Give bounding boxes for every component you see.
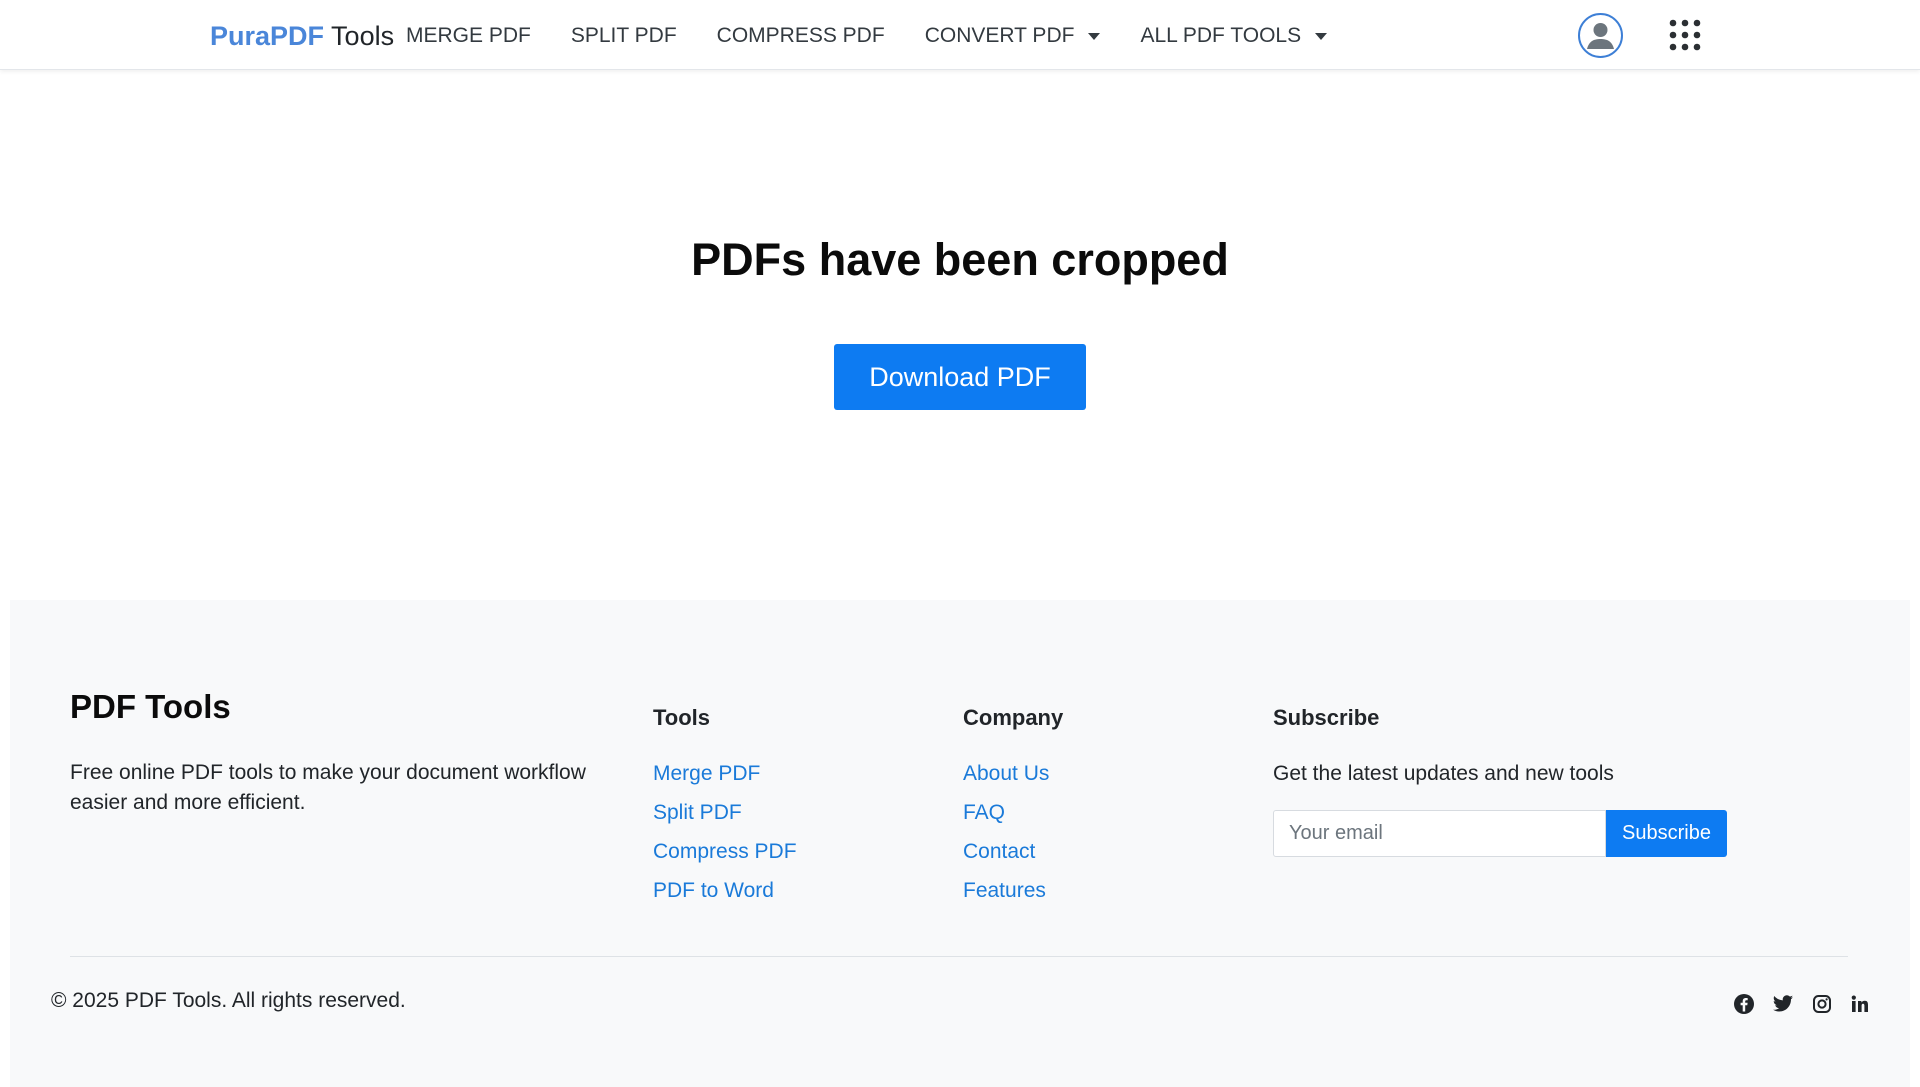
footer: PDF Tools Free online PDF tools to make … <box>10 600 1910 1087</box>
nav-item-label: ALL PDF TOOLS <box>1140 24 1302 47</box>
instagram-icon[interactable] <box>1811 993 1833 1015</box>
user-avatar-icon[interactable] <box>1578 13 1623 58</box>
brand-name-primary: PuraPDF <box>210 21 325 51</box>
caret-down-icon <box>1315 32 1328 40</box>
copyright-text: © 2025 PDF Tools. All rights reserved. <box>51 989 406 1012</box>
twitter-icon[interactable] <box>1772 993 1794 1015</box>
footer-subscribe-heading: Subscribe <box>1273 705 1380 730</box>
footer-divider <box>70 956 1848 957</box>
footer-link-merge-pdf[interactable]: Merge PDF <box>653 760 797 799</box>
download-pdf-button[interactable]: Download PDF <box>834 344 1086 410</box>
footer-link-split-pdf[interactable]: Split PDF <box>653 799 797 838</box>
brand-name-secondary: Tools <box>331 21 395 51</box>
nav-all-pdf-tools-dropdown[interactable]: ALL PDF TOOLS <box>1140 22 1328 50</box>
nav-item-label: COMPRESS PDF <box>716 24 885 47</box>
facebook-icon[interactable] <box>1733 993 1755 1015</box>
footer-link-features[interactable]: Features <box>963 877 1049 916</box>
email-field[interactable] <box>1273 810 1606 857</box>
footer-description: Free online PDF tools to make your docum… <box>70 761 586 814</box>
nav-item-label: CONVERT PDF <box>924 24 1075 47</box>
main-nav: MERGE PDF SPLIT PDF COMPRESS PDF CONVERT… <box>406 22 1367 50</box>
footer-company-heading: Company <box>963 705 1064 730</box>
footer-link-faq[interactable]: FAQ <box>963 799 1049 838</box>
caret-down-icon <box>1088 32 1101 40</box>
linkedin-icon[interactable] <box>1849 993 1871 1015</box>
nav-item-label: SPLIT PDF <box>570 24 677 47</box>
subscribe-button[interactable]: Subscribe <box>1606 810 1727 857</box>
footer-link-contact[interactable]: Contact <box>963 838 1049 877</box>
nav-convert-pdf-dropdown[interactable]: CONVERT PDF <box>925 22 1101 50</box>
apps-grid-icon[interactable] <box>1669 19 1701 51</box>
footer-brand: PDF Tools <box>70 688 231 725</box>
nav-item-label: MERGE PDF <box>406 24 531 47</box>
footer-link-pdf-to-word[interactable]: PDF to Word <box>653 877 797 916</box>
nav-compress-pdf[interactable]: COMPRESS PDF <box>717 22 885 50</box>
nav-split-pdf[interactable]: SPLIT PDF <box>571 22 677 50</box>
footer-company-links: About Us FAQ Contact Features <box>963 760 1049 916</box>
subscribe-description: Get the latest updates and new tools <box>1273 762 1614 785</box>
page-title: PDFs have been cropped <box>691 234 1229 285</box>
footer-link-compress-pdf[interactable]: Compress PDF <box>653 838 797 877</box>
footer-tools-heading: Tools <box>653 705 711 730</box>
nav-merge-pdf[interactable]: MERGE PDF <box>406 22 531 50</box>
brand-logo[interactable]: PuraPDF Tools <box>210 19 394 53</box>
footer-tools-links: Merge PDF Split PDF Compress PDF PDF to … <box>653 760 797 916</box>
footer-link-about-us[interactable]: About Us <box>963 760 1049 799</box>
top-navbar: PuraPDF Tools MERGE PDF SPLIT PDF COMPRE… <box>0 0 1920 70</box>
